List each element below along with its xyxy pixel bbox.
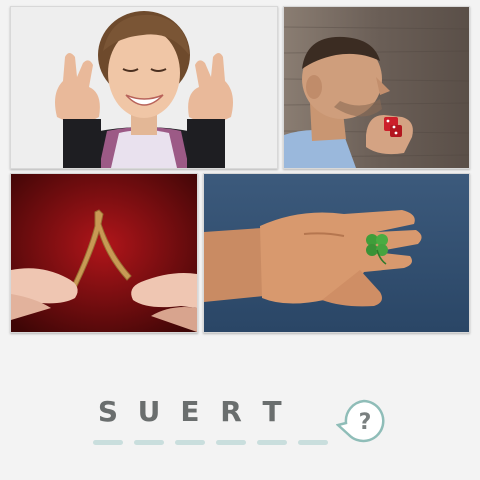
answer-letter-3[interactable]: E bbox=[175, 395, 205, 428]
answer-letter-1[interactable]: S bbox=[93, 395, 123, 428]
photo-four-leaf-clover[interactable] bbox=[203, 173, 470, 333]
svg-text:?: ? bbox=[359, 410, 372, 435]
photo-blowing-dice[interactable] bbox=[283, 6, 470, 169]
answer-slot-4[interactable] bbox=[216, 440, 246, 445]
fingers-crossed-image bbox=[11, 7, 277, 168]
answer-slot-3[interactable] bbox=[175, 440, 205, 445]
answer-slot-5[interactable] bbox=[257, 440, 287, 445]
answer-letter-2[interactable]: U bbox=[134, 395, 164, 428]
question-mark-bubble-icon: ? bbox=[336, 399, 385, 443]
photo-fingers-crossed[interactable] bbox=[10, 6, 278, 169]
four-leaf-clover-image bbox=[204, 174, 469, 332]
answer-letter-4[interactable]: R bbox=[216, 395, 246, 428]
answer-slot-2[interactable] bbox=[134, 440, 164, 445]
answer-area: S U E R T bbox=[0, 395, 480, 455]
game-screen: S U E R T ? bbox=[0, 0, 480, 480]
answer-letter-5[interactable]: T bbox=[257, 395, 287, 428]
wishbone-image bbox=[11, 174, 197, 332]
hint-button[interactable]: ? bbox=[336, 399, 386, 443]
answer-slot-6[interactable] bbox=[298, 440, 328, 445]
photo-wishbone[interactable] bbox=[10, 173, 198, 333]
answer-slot-1[interactable] bbox=[93, 440, 123, 445]
blowing-dice-image bbox=[284, 7, 469, 168]
